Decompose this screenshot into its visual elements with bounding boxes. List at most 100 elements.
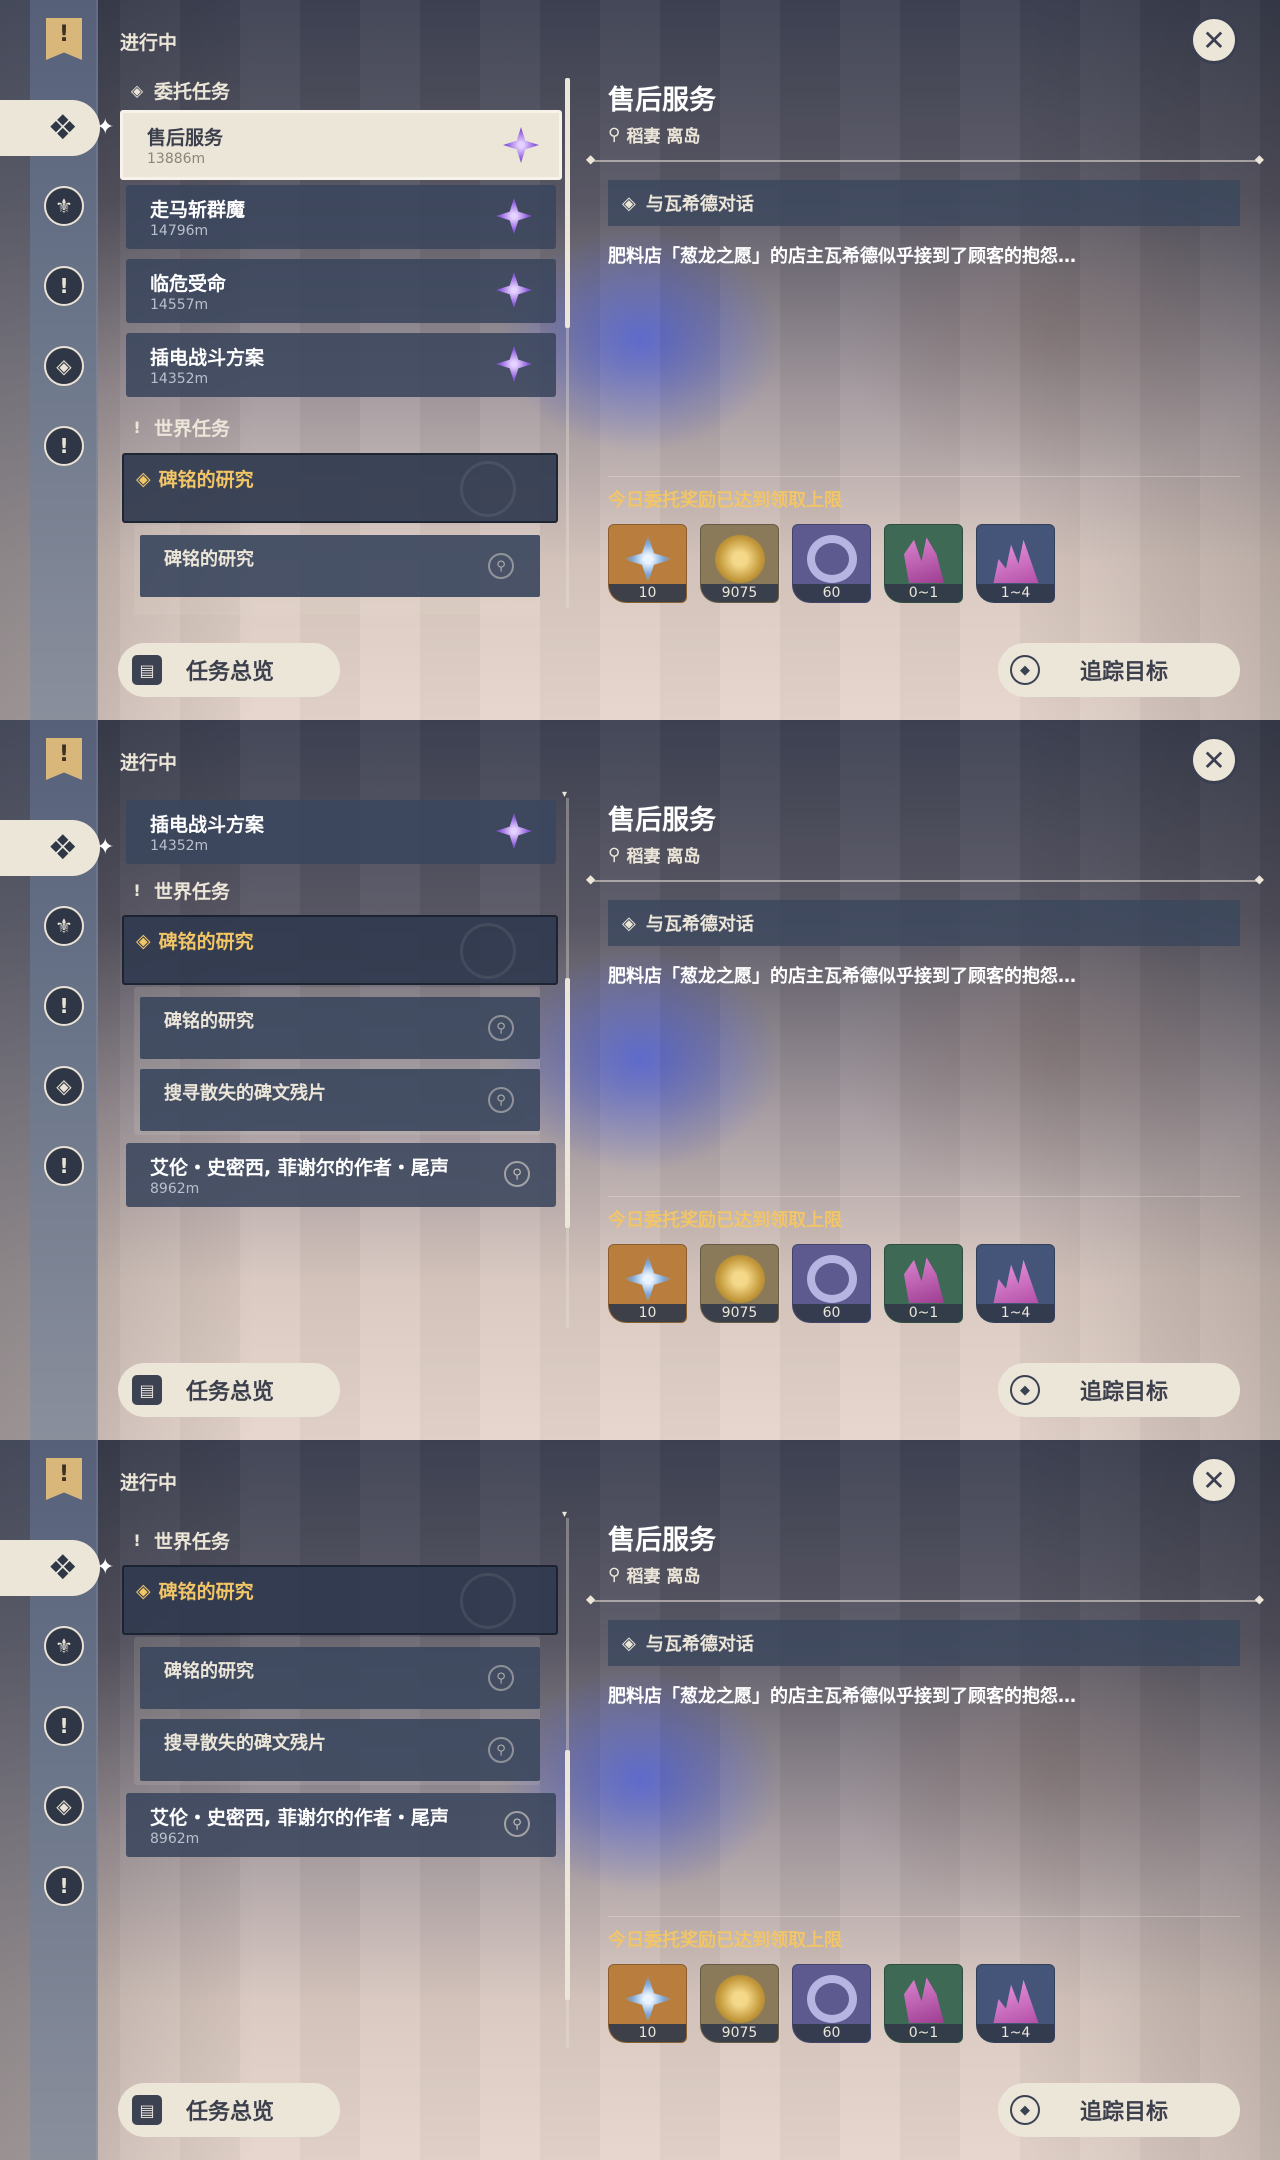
sparkle-icon: ✦	[96, 115, 115, 140]
location-pin-icon[interactable]: ⚲	[488, 1665, 514, 1691]
event-quest-tab-icon[interactable]: !	[44, 1866, 84, 1906]
world-subtask-item[interactable]: 碑铭的研究 ⚲	[140, 997, 540, 1059]
reward-item[interactable]: 0~1	[884, 524, 963, 603]
close-button[interactable]: ✕	[1190, 16, 1238, 64]
world-section-header: ! 世界任务	[128, 412, 230, 442]
location-pin-icon[interactable]: ⚲	[504, 1161, 530, 1187]
crystal-chunk-icon	[993, 539, 1039, 583]
reward-item[interactable]: 60	[792, 1244, 871, 1323]
commission-category-icon: ❖	[47, 108, 78, 148]
reward-item[interactable]: 0~1	[884, 1964, 963, 2043]
quest-overview-button[interactable]: ▤ 任务总览	[118, 2083, 340, 2137]
reward-item[interactable]: 10	[608, 1964, 687, 2043]
quest-panel-2: ! ❖ ✦ ⚜ ! ◈ ! 进行中 ✕ 插电战斗方案 14352m ! 世界任务…	[0, 720, 1280, 1440]
story-quest-tab-icon[interactable]: !	[44, 1706, 84, 1746]
mora-icon	[715, 1975, 765, 2023]
story-quest-tab-icon[interactable]: !	[44, 266, 84, 306]
archon-quest-tab-icon[interactable]: ⚜	[44, 906, 84, 946]
reward-item[interactable]: 0~1	[884, 1244, 963, 1323]
world-quest-group[interactable]: ◈ 碑铭的研究	[122, 915, 558, 985]
reward-item[interactable]: 9075	[700, 524, 779, 603]
close-icon: ✕	[1202, 1463, 1226, 1497]
divider	[586, 1592, 1264, 1606]
quest-emblem-icon	[460, 461, 516, 517]
in-progress-label: 进行中	[120, 1472, 178, 1494]
world-quest-group[interactable]: ◈ 碑铭的研究	[122, 1565, 558, 1635]
reward-item[interactable]: 1~4	[976, 524, 1055, 603]
close-button[interactable]: ✕	[1190, 1456, 1238, 1504]
current-objective: ◈ 与瓦希德对话	[608, 180, 1240, 226]
commission-category-tab[interactable]: ❖	[0, 1540, 100, 1596]
commission-item[interactable]: 插电战斗方案 14352m	[126, 333, 556, 397]
commission-category-tab[interactable]: ❖	[0, 820, 100, 876]
world-quest-item[interactable]: 艾伦・史密西, 菲谢尔的作者・尾声 8962m ⚲	[126, 1143, 556, 1207]
quest-overview-button[interactable]: ▤ 任务总览	[118, 643, 340, 697]
reward-item[interactable]: 9075	[700, 1964, 779, 2043]
world-quest-group[interactable]: ◈ 碑铭的研究	[122, 453, 558, 523]
exclamation-icon: !	[133, 880, 141, 900]
close-icon: ✕	[1202, 743, 1226, 777]
location-pin-icon[interactable]: ⚲	[504, 1811, 530, 1837]
commission-item[interactable]: 插电战斗方案 14352m	[126, 800, 556, 864]
track-target-button[interactable]: ◆ 追踪目标	[998, 2083, 1240, 2137]
list-scrollbar-thumb[interactable]	[565, 78, 570, 328]
world-quest-tab-icon[interactable]: ◈	[44, 1786, 84, 1826]
enhancement-ore-icon	[904, 1257, 944, 1303]
list-scrollbar-thumb[interactable]	[565, 978, 570, 1228]
quest-list[interactable]: 插电战斗方案 14352m ! 世界任务 ◈ 碑铭的研究 碑铭的研究 ⚲ 搜寻散失…	[118, 795, 568, 1335]
quest-list[interactable]: ◈ 委托任务 售后服务 13886m 走马斩群魔 14796m 临危受命 145…	[118, 75, 568, 615]
world-subtask-item[interactable]: 碑铭的研究 ⚲	[140, 1647, 540, 1709]
reward-item[interactable]: 1~4	[976, 1964, 1055, 2043]
reward-item[interactable]: 10	[608, 524, 687, 603]
track-target-button[interactable]: ◆ 追踪目标	[998, 643, 1240, 697]
story-quest-tab-icon[interactable]: !	[44, 986, 84, 1026]
reward-limit-note: 今日委托奖励已达到领取上限	[608, 1930, 842, 1951]
world-subtask-item[interactable]: 搜寻散失的碑文残片 ⚲	[140, 1069, 540, 1131]
location-pin-icon[interactable]: ⚲	[488, 1087, 514, 1113]
primogem-icon	[623, 1255, 673, 1303]
quest-panel-1: ! ❖ ✦ ⚜ ! ◈ ! 进行中 ✕ ◈ 委托任务 售后服务 13886m 走…	[0, 0, 1280, 720]
world-subtask-item[interactable]: 碑铭的研究 ⚲	[140, 535, 540, 597]
primogem-icon	[623, 535, 673, 583]
commission-item[interactable]: 走马斩群魔 14796m	[126, 185, 556, 249]
world-quest-tab-icon[interactable]: ◈	[44, 346, 84, 386]
reward-item[interactable]: 60	[792, 1964, 871, 2043]
world-subtask-item[interactable]: 搜寻散失的碑文残片 ⚲	[140, 1719, 540, 1781]
archon-quest-tab-icon[interactable]: ⚜	[44, 1626, 84, 1666]
quest-book-icon: ▤	[132, 655, 162, 685]
event-quest-tab-icon[interactable]: !	[44, 426, 84, 466]
list-scrollbar-thumb[interactable]	[565, 1750, 570, 2000]
reward-item[interactable]: 60	[792, 524, 871, 603]
commission-item[interactable]: 临危受命 14557m	[126, 259, 556, 323]
quest-overview-button[interactable]: ▤ 任务总览	[118, 1363, 340, 1417]
location-pin-icon[interactable]: ⚲	[488, 553, 514, 579]
sparkle-icon: ✦	[96, 835, 115, 860]
track-target-button[interactable]: ◆ 追踪目标	[998, 1363, 1240, 1417]
commission-star-icon	[496, 272, 532, 308]
quest-emblem-icon	[460, 923, 516, 979]
mora-icon	[715, 535, 765, 583]
reward-item[interactable]: 9075	[700, 1244, 779, 1323]
reward-limit-note: 今日委托奖励已达到领取上限	[608, 490, 842, 511]
commission-category-tab[interactable]: ❖	[0, 100, 100, 156]
commission-item-selected[interactable]: 售后服务 13886m	[120, 110, 562, 180]
world-quest-tab-icon[interactable]: ◈	[44, 1066, 84, 1106]
archon-quest-tab-icon[interactable]: ⚜	[44, 186, 84, 226]
location-pin-icon: ⚲	[608, 844, 621, 865]
crystal-chunk-icon	[993, 1259, 1039, 1303]
commission-star-icon	[496, 813, 532, 849]
reward-item[interactable]: 10	[608, 1244, 687, 1323]
close-button[interactable]: ✕	[1190, 736, 1238, 784]
location-pin-icon: ⚲	[608, 1564, 621, 1585]
in-progress-label: 进行中	[120, 752, 178, 774]
location-pin-icon[interactable]: ⚲	[488, 1737, 514, 1763]
quest-book-icon: ▤	[132, 2095, 162, 2125]
reward-item[interactable]: 1~4	[976, 1244, 1055, 1323]
track-diamond-icon: ◆	[1010, 2095, 1040, 2125]
location-pin-icon[interactable]: ⚲	[488, 1015, 514, 1041]
world-quest-item[interactable]: 艾伦・史密西, 菲谢尔的作者・尾声 8962m ⚲	[126, 1793, 556, 1857]
track-diamond-icon: ◆	[1010, 655, 1040, 685]
quest-list[interactable]: ! 世界任务 ◈ 碑铭的研究 碑铭的研究 ⚲ 搜寻散失的碑文残片 ⚲ 艾伦・史密西…	[118, 1515, 568, 2055]
event-quest-tab-icon[interactable]: !	[44, 1146, 84, 1186]
detail-title: 售后服务	[608, 1525, 716, 1556]
